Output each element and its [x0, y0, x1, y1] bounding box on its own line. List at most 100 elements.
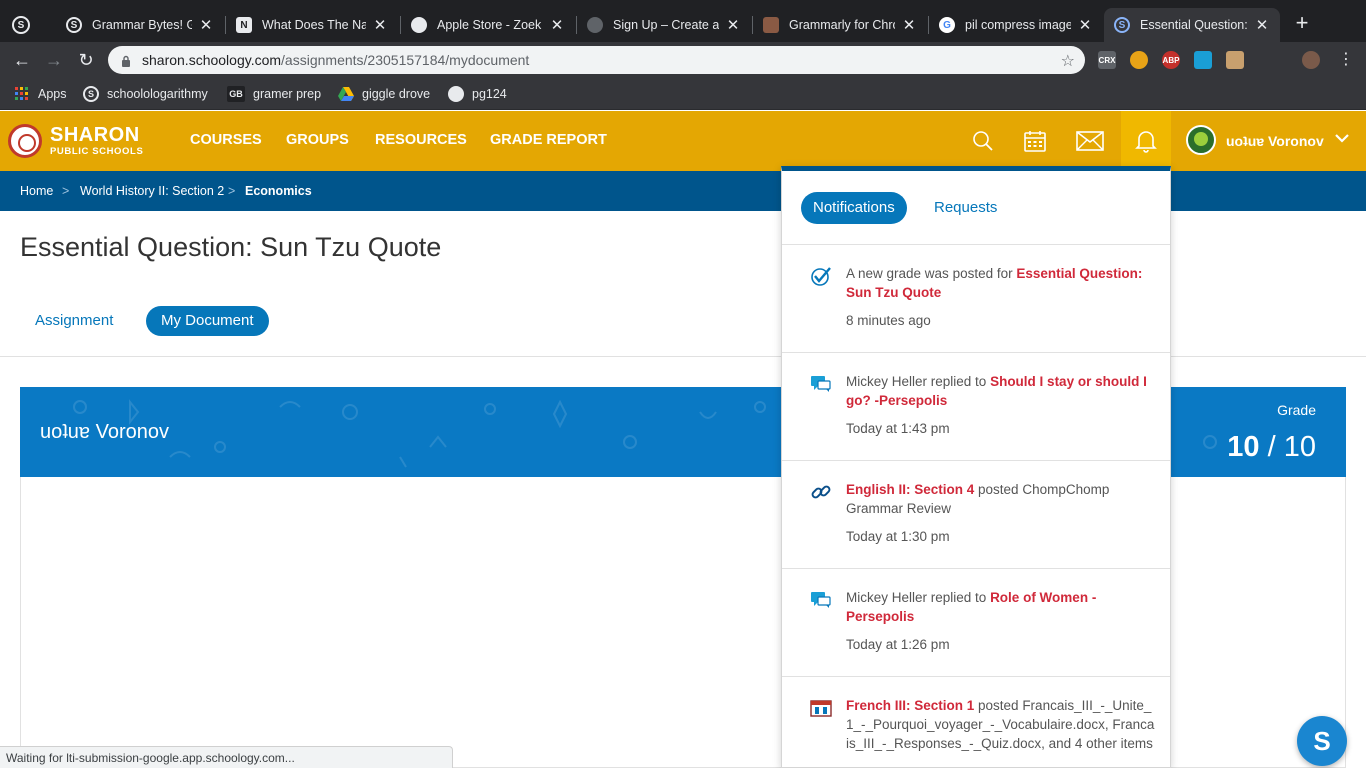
nav-groups[interactable]: GROUPS: [286, 132, 349, 148]
close-tab-icon[interactable]: ✕: [1077, 16, 1093, 34]
comment-icon: [810, 373, 832, 395]
close-tab-icon[interactable]: ✕: [725, 16, 741, 34]
adblock-extension-icon[interactable]: ABP: [1162, 51, 1180, 69]
browser-toolbar: ← → ↻ sharon.schoology.com/assignments/2…: [0, 42, 1366, 78]
logo-line1: SHARON: [50, 124, 140, 147]
user-name[interactable]: uoʇuɐ Voronov: [1226, 133, 1324, 149]
schoology-icon: S: [83, 86, 99, 102]
bookmark-label: giggle drove: [362, 87, 431, 101]
browser-tab-6[interactable]: G pil compress image ✕: [929, 8, 1103, 42]
schoology-help-button[interactable]: S: [1297, 716, 1347, 766]
notification-item[interactable]: English II: Section 4 posted ChompChomp …: [782, 461, 1170, 569]
notification-text: French III: Section 1 posted Francais_II…: [846, 698, 1155, 751]
google-icon: G: [939, 17, 955, 33]
grade-label: Grade: [1277, 402, 1316, 418]
tab-notifications[interactable]: Notifications: [801, 192, 907, 224]
back-button[interactable]: ←: [12, 50, 32, 70]
n-icon: N: [236, 17, 252, 33]
new-tab-button[interactable]: +: [1291, 12, 1313, 34]
bookmark-label: pg124: [472, 87, 507, 101]
tab-title: Essential Question:: [1140, 18, 1248, 32]
browser-tab-1[interactable]: S Grammar Bytes! Gra ✕: [56, 8, 224, 42]
bookmark-label: gramer prep: [253, 87, 322, 101]
notification-item[interactable]: Mickey Heller replied to Role of Women -…: [782, 569, 1170, 677]
tab-my-document[interactable]: My Document: [146, 306, 269, 336]
nav-courses[interactable]: COURSES: [190, 132, 262, 148]
browser-tab-2[interactable]: N What Does The Nar ✕: [226, 8, 398, 42]
tab-assignment[interactable]: Assignment: [20, 306, 128, 336]
calendar-icon[interactable]: [1020, 126, 1050, 156]
notification-link[interactable]: French III: Section 1: [846, 698, 974, 713]
menu-icon[interactable]: ⋮: [1336, 50, 1356, 70]
user-avatar[interactable]: [1186, 125, 1216, 155]
comment-icon: [810, 589, 832, 611]
browser-tab-5[interactable]: Grammarly for Chro ✕: [753, 8, 927, 42]
close-tab-icon[interactable]: ✕: [372, 16, 388, 34]
bookmark-giggle-drove[interactable]: giggle drove: [338, 85, 430, 103]
bookmark-gramer-prep[interactable]: GB gramer prep: [227, 85, 321, 103]
logo-line2: PUBLIC SCHOOLS: [50, 146, 144, 158]
schoology-icon: S: [1114, 17, 1130, 33]
tab-title: Apple Store - Zoek: [437, 18, 542, 32]
lock-icon: [120, 54, 132, 67]
tab-title: Grammar Bytes! Gra: [92, 18, 192, 32]
status-bar: Waiting for lti-submission-google.app.sc…: [0, 746, 453, 768]
drive-icon: [338, 86, 354, 102]
notification-item[interactable]: French III: Section 1 posted Francais_II…: [782, 677, 1170, 767]
breadcrumb-course[interactable]: World History II: Section 2: [80, 184, 224, 198]
breadcrumb-separator: >: [62, 184, 70, 198]
breadcrumb-home[interactable]: Home: [20, 184, 53, 198]
forward-button[interactable]: →: [44, 50, 64, 70]
notification-link[interactable]: English II: Section 4: [846, 482, 974, 497]
bookmark-apps[interactable]: Apps: [14, 85, 67, 103]
notifications-dropdown: Notifications Requests A new grade was p…: [781, 166, 1171, 768]
schoology-icon: S: [66, 17, 82, 33]
close-tab-icon[interactable]: ✕: [901, 16, 917, 34]
address-bar[interactable]: sharon.schoology.com/assignments/2305157…: [108, 46, 1085, 74]
nav-resources[interactable]: RESOURCES: [375, 132, 467, 148]
close-tab-icon[interactable]: ✕: [1254, 16, 1270, 34]
tab-title: Sign Up – Create a I: [613, 18, 719, 32]
profile-avatar[interactable]: [1302, 51, 1320, 69]
url-text: sharon.schoology.com/assignments/2305157…: [142, 52, 530, 68]
search-icon[interactable]: [968, 126, 998, 156]
grade-value: 10 / 10: [1227, 431, 1316, 463]
crx-extension-icon[interactable]: CRX: [1098, 51, 1116, 69]
tab-title: Grammarly for Chro: [789, 18, 895, 32]
district-seal-icon: [8, 124, 42, 158]
notification-item[interactable]: Mickey Heller replied to Should I stay o…: [782, 353, 1170, 461]
tab-requests[interactable]: Requests: [922, 192, 1009, 224]
mail-icon[interactable]: [1075, 126, 1105, 156]
checkmark-icon: [810, 265, 832, 287]
notification-text: A new grade was posted for Essential Que…: [846, 266, 1143, 300]
apps-grid-icon: [14, 86, 30, 102]
browser-tab-strip: S S Grammar Bytes! Gra ✕ N What Does The…: [0, 0, 1366, 42]
tab-title: pil compress image: [965, 18, 1071, 32]
translate-extension-icon[interactable]: [1194, 51, 1212, 69]
notification-text: Mickey Heller replied to Should I stay o…: [846, 374, 1147, 408]
breadcrumb-current[interactable]: Economics: [245, 184, 312, 198]
chevron-down-icon[interactable]: [1334, 131, 1350, 149]
district-logo[interactable]: SHARON PUBLIC SCHOOLS: [8, 124, 143, 158]
schoology-app-icon[interactable]: S: [12, 8, 42, 42]
globe-icon: [587, 17, 603, 33]
bookmark-star-icon[interactable]: ☆: [1061, 51, 1075, 71]
breadcrumb-separator: >: [228, 184, 236, 198]
nav-grade-report[interactable]: GRADE REPORT: [490, 132, 607, 148]
owl-extension-icon[interactable]: [1130, 51, 1148, 69]
close-tab-icon[interactable]: ✕: [198, 16, 214, 34]
bookmark-label: Apps: [38, 87, 67, 101]
reload-button[interactable]: ↻: [76, 50, 96, 70]
browser-tab-4[interactable]: Sign Up – Create a I ✕: [577, 8, 751, 42]
globe-icon: [411, 17, 427, 33]
bookmark-pg124[interactable]: pg124: [448, 85, 507, 103]
bookmark-schoolologarithmy[interactable]: S schoolologarithmy: [83, 85, 208, 103]
notification-time: Today at 1:43 pm: [846, 421, 950, 436]
browser-tab-3[interactable]: Apple Store - Zoek ✕: [401, 8, 575, 42]
character-extension-icon[interactable]: [1226, 51, 1244, 69]
browser-tab-active[interactable]: S Essential Question: ✕: [1104, 8, 1280, 42]
close-tab-icon[interactable]: ✕: [549, 16, 565, 34]
notification-item[interactable]: A new grade was posted for Essential Que…: [782, 245, 1170, 353]
notifications-bell-icon[interactable]: [1121, 111, 1171, 171]
notification-time: Today at 1:26 pm: [846, 637, 950, 652]
